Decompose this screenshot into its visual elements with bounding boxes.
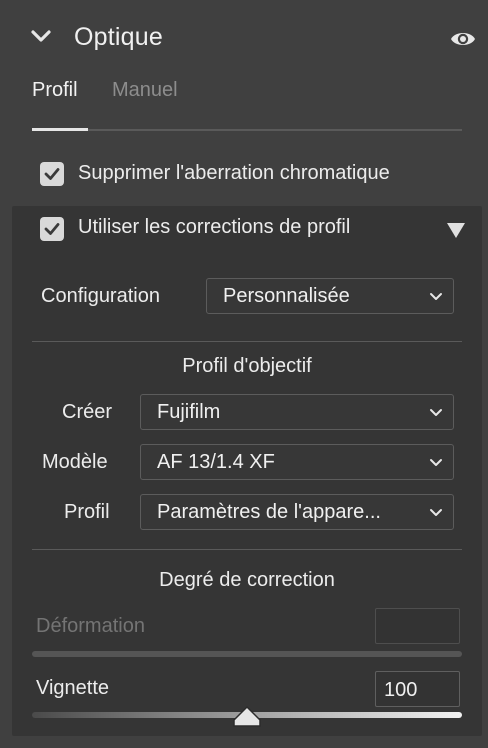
distortion-slider [32, 651, 462, 657]
tab-divider [32, 129, 462, 131]
lens-profile-heading: Profil d'objectif [182, 355, 312, 377]
vignette-value: 100 [384, 679, 418, 701]
profile-corrections-checkbox[interactable] [40, 217, 64, 241]
chevron-down-icon[interactable] [30, 28, 52, 46]
select-chevron-icon [430, 409, 442, 416]
tab-active-indicator [32, 128, 88, 131]
make-label: Créer [62, 401, 113, 423]
divider [32, 549, 462, 550]
configuration-value: Personnalisée [223, 285, 350, 307]
vignette-label: Vignette [36, 677, 110, 699]
tab-manuel[interactable]: Manuel [112, 79, 178, 102]
distortion-label: Déformation [36, 615, 145, 637]
triangle-down-icon[interactable] [446, 222, 466, 239]
select-chevron-icon [430, 459, 442, 466]
configuration-select[interactable]: Personnalisée [206, 278, 454, 314]
section-title: Optique [74, 23, 163, 51]
make-value: Fujifilm [157, 401, 221, 423]
eye-icon[interactable] [449, 28, 477, 50]
correction-heading: Degré de correction [159, 569, 335, 591]
divider [32, 341, 462, 342]
distortion-value-field [375, 608, 460, 644]
checkmark-icon [44, 223, 60, 235]
model-select[interactable]: AF 13/1.4 XF [140, 444, 454, 480]
select-chevron-icon [430, 509, 442, 516]
vignette-value-field[interactable]: 100 [375, 671, 460, 707]
checkmark-icon [44, 168, 60, 180]
configuration-label: Configuration [41, 285, 160, 307]
profile-value: Paramètres de l'appare... [157, 501, 381, 523]
model-value: AF 13/1.4 XF [157, 451, 275, 473]
tab-profil[interactable]: Profil [32, 79, 78, 102]
select-chevron-icon [430, 293, 442, 300]
optique-section-header[interactable]: Optique [0, 0, 488, 76]
profile-corrections-label[interactable]: Utiliser les corrections de profil [78, 216, 350, 239]
profile-label: Profil [64, 501, 110, 523]
model-label: Modèle [42, 451, 108, 473]
chromatic-aberration-label[interactable]: Supprimer l'aberration chromatique [78, 162, 390, 185]
make-select[interactable]: Fujifilm [140, 394, 454, 430]
slider-thumb-icon[interactable] [232, 704, 262, 728]
chromatic-aberration-checkbox[interactable] [40, 162, 64, 186]
profile-select[interactable]: Paramètres de l'appare... [140, 494, 454, 530]
